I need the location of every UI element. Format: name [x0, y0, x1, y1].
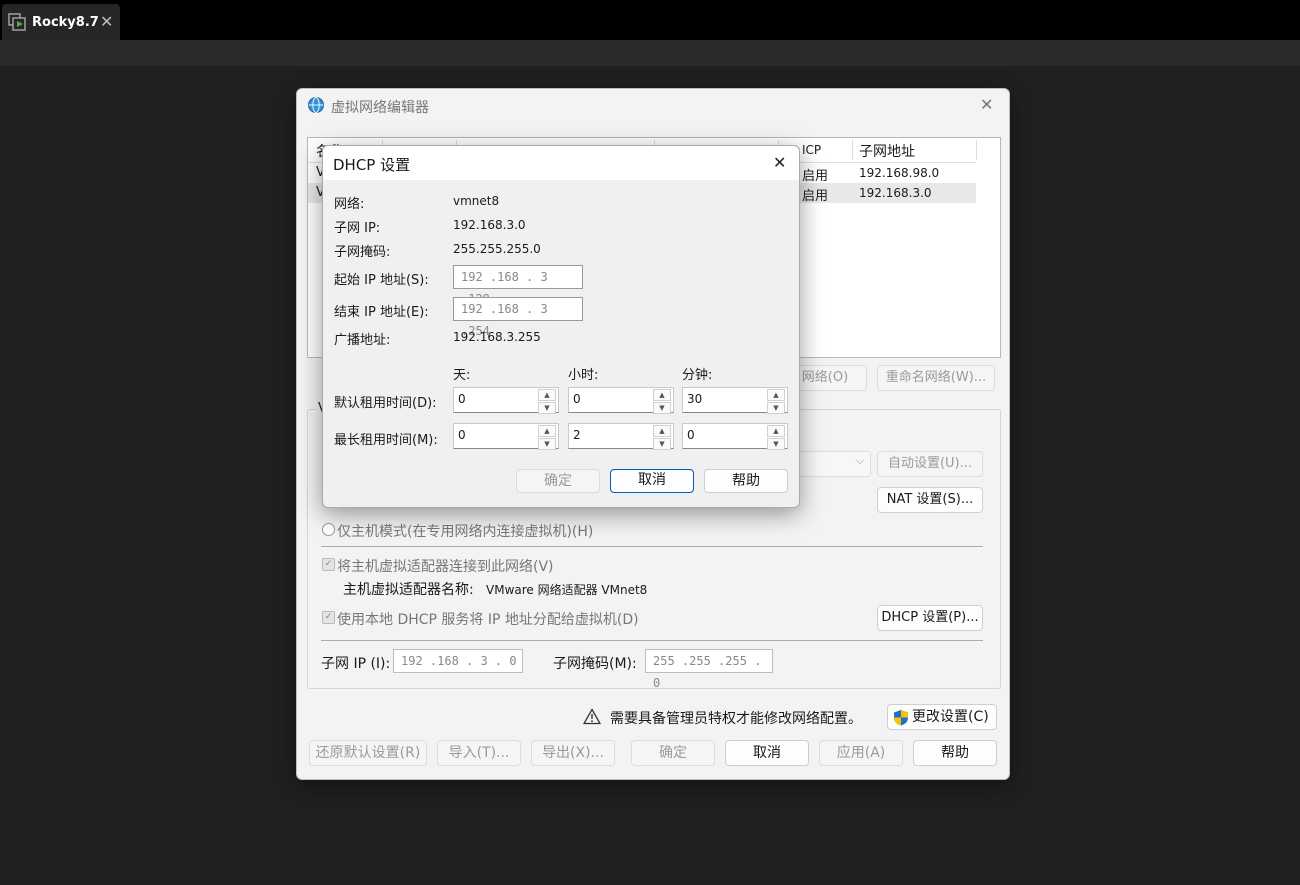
subnet-ip-label: 子网 IP (I):: [321, 656, 391, 672]
chevron-down-icon: ⌵: [855, 454, 864, 467]
dhcp-title: DHCP 设置: [333, 156, 411, 174]
cell-subnet: 192.168.3.0: [859, 186, 932, 200]
subnet-ip-label: 子网 IP:: [334, 221, 381, 236]
header-dhcp[interactable]: ICP: [802, 143, 821, 157]
subnet-mask-field[interactable]: 255 .255 .255 . 0: [645, 649, 773, 690]
tab-rocky[interactable]: Rocky8.7 ✕: [2, 4, 120, 40]
use-dhcp-checkbox[interactable]: ✓: [322, 611, 335, 624]
subnet-mask-label: 子网掩码(M):: [553, 656, 637, 672]
subnet-mask-value: 255.255.255.0: [453, 242, 541, 256]
spinner-value: 0: [573, 392, 581, 406]
rename-network-button[interactable]: 重命名网络(W)...: [877, 365, 995, 391]
editor-cancel-button[interactable]: 取消: [725, 740, 809, 766]
dhcp-help-button[interactable]: 帮助: [704, 469, 788, 493]
spin-up-icon[interactable]: ▲: [767, 389, 785, 401]
spin-up-icon[interactable]: ▲: [653, 425, 671, 437]
nat-settings-button[interactable]: NAT 设置(S)...: [877, 487, 983, 513]
max-lease-days-spinner[interactable]: 0 ▲ ▼: [453, 423, 559, 450]
spinner-value: 0: [687, 428, 695, 442]
col-divider: [852, 140, 853, 160]
hours-header: 小时:: [568, 368, 599, 383]
use-dhcp-label[interactable]: 使用本地 DHCP 服务将 IP 地址分配给虚拟机(D): [337, 609, 639, 629]
import-button[interactable]: 导入(T)...: [437, 740, 521, 766]
editor-title: 虚拟网络编辑器: [331, 100, 429, 116]
spinner-value: 0: [458, 392, 466, 406]
dhcp-cancel-button[interactable]: 取消: [610, 469, 694, 493]
network-label: 网络:: [334, 197, 365, 212]
connect-adapter-checkbox[interactable]: ✓: [322, 558, 335, 571]
days-header: 天:: [453, 368, 471, 383]
change-settings-button[interactable]: 更改设置(C): [887, 704, 997, 730]
adapter-name-value: VMware 网络适配器 VMnet8: [486, 583, 648, 597]
default-lease-days-spinner[interactable]: 0 ▲ ▼: [453, 387, 559, 414]
spin-up-icon[interactable]: ▲: [538, 389, 556, 401]
spin-down-icon[interactable]: ▼: [538, 402, 556, 414]
default-lease-label: 默认租用时间(D):: [334, 396, 437, 411]
spin-down-icon[interactable]: ▼: [538, 438, 556, 450]
spinner-value: 0: [458, 428, 466, 442]
export-button[interactable]: 导出(X)...: [531, 740, 615, 766]
minutes-header: 分钟:: [682, 368, 713, 383]
cell-dhcp: 启用: [802, 189, 829, 204]
broadcast-value: 192.168.3.255: [453, 330, 541, 344]
cell-dhcp: 启用: [802, 169, 829, 184]
admin-warning-text: 需要具备管理员特权才能修改网络配置。: [610, 711, 862, 727]
auto-settings-button[interactable]: 自动设置(U)...: [877, 451, 983, 477]
end-ip-label: 结束 IP 地址(E):: [334, 305, 429, 320]
hostonly-radio[interactable]: [322, 523, 335, 536]
cell-subnet: 192.168.98.0: [859, 166, 940, 180]
apply-button[interactable]: 应用(A): [819, 740, 903, 766]
spin-down-icon[interactable]: ▼: [767, 402, 785, 414]
default-lease-hours-spinner[interactable]: 0 ▲ ▼: [568, 387, 674, 414]
end-ip-field[interactable]: 192 .168 . 3 .254: [453, 297, 583, 338]
spin-down-icon[interactable]: ▼: [653, 402, 671, 414]
start-ip-field[interactable]: 192 .168 . 3 .128: [453, 265, 583, 306]
subnet-mask-label: 子网掩码:: [334, 245, 391, 260]
connect-adapter-label[interactable]: 将主机虚拟适配器连接到此网络(V): [337, 556, 554, 576]
network-value: vmnet8: [453, 194, 500, 208]
subnet-ip-value: 192.168.3.0: [453, 218, 526, 232]
editor-ok-button[interactable]: 确定: [631, 740, 715, 766]
hostonly-label[interactable]: 仅主机模式(在专用网络内连接虚拟机)(H): [337, 521, 593, 541]
subnet-ip-field[interactable]: 192 .168 . 3 . 0: [393, 649, 523, 673]
divider: [321, 640, 983, 641]
spinner-value: 30: [687, 392, 703, 406]
editor-close-icon[interactable]: ✕: [980, 95, 993, 114]
spinner-value: 2: [573, 428, 581, 442]
max-lease-minutes-spinner[interactable]: 0 ▲ ▼: [682, 423, 788, 450]
dhcp-ok-button[interactable]: 确定: [516, 469, 600, 493]
default-lease-minutes-spinner[interactable]: 30 ▲ ▼: [682, 387, 788, 414]
uac-shield-icon: [894, 710, 908, 726]
start-ip-label: 起始 IP 地址(S):: [334, 273, 429, 288]
change-settings-label: 更改设置(C): [912, 709, 989, 725]
adapter-name-label: 主机虚拟适配器名称:: [343, 582, 474, 598]
spin-up-icon[interactable]: ▲: [653, 389, 671, 401]
tab-close-icon[interactable]: ✕: [100, 12, 113, 31]
globe-icon: [308, 97, 324, 113]
spin-down-icon[interactable]: ▼: [767, 438, 785, 450]
toolbar-strip: [0, 40, 1300, 66]
top-tab-bar: [0, 0, 1300, 40]
tab-title: Rocky8.7: [32, 15, 99, 30]
header-subnet[interactable]: 子网地址: [859, 141, 915, 161]
editor-help-button[interactable]: 帮助: [913, 740, 997, 766]
vm-tab-icon: [8, 13, 26, 31]
col-divider: [976, 140, 977, 160]
broadcast-label: 广播地址:: [334, 333, 391, 348]
dhcp-settings-button[interactable]: DHCP 设置(P)...: [877, 605, 983, 631]
dhcp-close-icon[interactable]: ✕: [773, 153, 786, 172]
spin-up-icon[interactable]: ▲: [538, 425, 556, 437]
max-lease-hours-spinner[interactable]: 2 ▲ ▼: [568, 423, 674, 450]
spin-down-icon[interactable]: ▼: [653, 438, 671, 450]
divider: [321, 546, 983, 547]
max-lease-label: 最长租用时间(M):: [334, 433, 438, 448]
restore-defaults-button[interactable]: 还原默认设置(R): [309, 740, 427, 766]
spin-up-icon[interactable]: ▲: [767, 425, 785, 437]
warning-icon: [583, 708, 601, 725]
dhcp-settings-dialog: DHCP 设置 ✕ 网络: vmnet8 子网 IP: 192.168.3.0 …: [322, 145, 800, 508]
